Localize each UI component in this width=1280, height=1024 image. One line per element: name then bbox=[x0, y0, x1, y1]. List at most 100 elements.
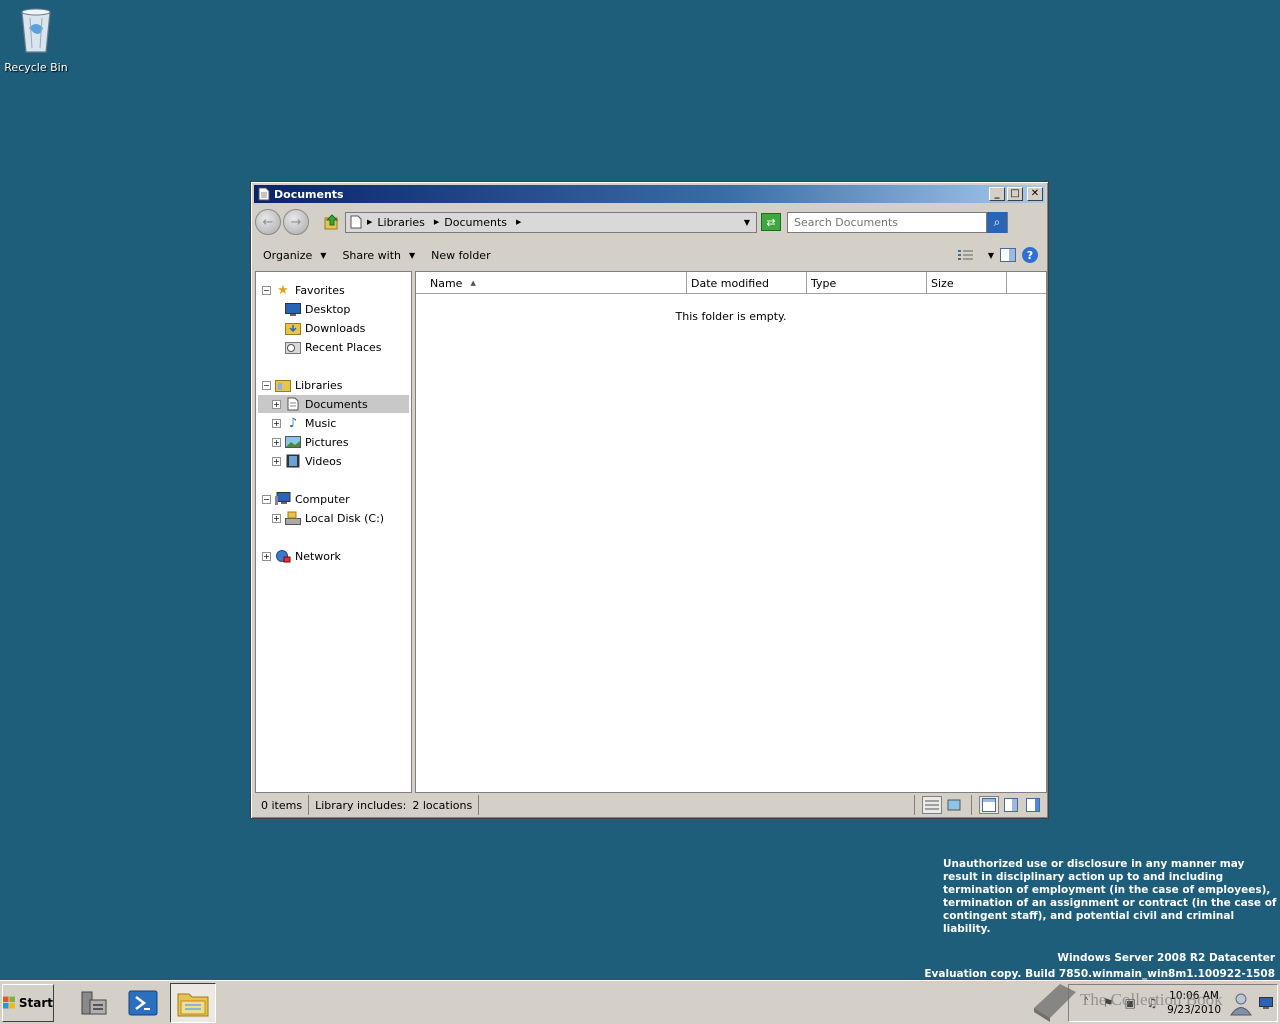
hard-drive-icon bbox=[285, 510, 301, 526]
explorer-window: Documents _ □ ✕ ← → ▶ Libraries ▶ Docume… bbox=[250, 181, 1049, 819]
status-divider bbox=[914, 795, 915, 815]
legal-notice: Unauthorized use or disclosure in any ma… bbox=[943, 858, 1277, 935]
tree-documents[interactable]: + Documents bbox=[258, 395, 409, 413]
chevron-down-icon: ▼ bbox=[320, 250, 327, 260]
tree-downloads[interactable]: Downloads bbox=[285, 319, 365, 337]
command-bar: Organize ▼ Share with ▼ New folder ▼ ? bbox=[255, 242, 1044, 268]
minimize-button[interactable]: _ bbox=[989, 187, 1005, 201]
status-bar: 0 items Library includes: 2 locations bbox=[255, 794, 1044, 816]
thumbnail-view-icon bbox=[947, 799, 961, 811]
maximize-button[interactable]: □ bbox=[1007, 187, 1023, 201]
network-icon bbox=[275, 548, 291, 564]
help-button[interactable]: ? bbox=[1022, 247, 1038, 263]
tree-computer[interactable]: − Computer bbox=[262, 490, 350, 508]
change-view-button[interactable]: ▼ bbox=[957, 249, 994, 261]
tree-pictures[interactable]: + Pictures bbox=[272, 433, 349, 451]
expand-icon[interactable]: + bbox=[272, 437, 281, 447]
library-locations[interactable]: Library includes: 2 locations bbox=[309, 795, 480, 815]
start-label: Start bbox=[18, 995, 53, 1010]
taskbar-powershell[interactable] bbox=[120, 983, 166, 1023]
layout-no-pane-button[interactable] bbox=[979, 796, 999, 814]
tree-label: Libraries bbox=[295, 378, 343, 392]
film-strip-icon bbox=[285, 453, 301, 469]
search-box[interactable]: ⌕ bbox=[787, 211, 1008, 233]
breadcrumb-arrow-icon[interactable]: ▶ bbox=[434, 218, 439, 226]
breadcrumb-libraries[interactable]: Libraries bbox=[377, 216, 425, 229]
document-icon bbox=[285, 396, 301, 412]
organize-label: Organize bbox=[263, 248, 313, 262]
tree-network[interactable]: + Network bbox=[262, 547, 341, 565]
address-bar[interactable]: ▶ Libraries ▶ Documents ▶ ▼ bbox=[345, 211, 757, 233]
expand-icon[interactable]: + bbox=[262, 551, 271, 561]
tree-libraries[interactable]: − Libraries bbox=[262, 376, 343, 394]
tree-videos[interactable]: + Videos bbox=[272, 452, 342, 470]
layout-icon bbox=[1004, 798, 1018, 812]
back-button[interactable]: ← bbox=[255, 209, 281, 235]
column-label: Size bbox=[931, 276, 954, 290]
tree-desktop[interactable]: Desktop bbox=[285, 300, 350, 318]
address-history-dropdown-icon[interactable]: ▼ bbox=[744, 218, 750, 227]
server-manager-icon bbox=[81, 991, 107, 1014]
forward-button[interactable]: → bbox=[283, 209, 309, 235]
library-locations-link[interactable]: 2 locations bbox=[412, 799, 472, 812]
show-desktop-icon[interactable] bbox=[1259, 997, 1273, 1009]
title-bar[interactable]: Documents _ □ ✕ bbox=[254, 185, 1045, 203]
taskbar-windows-explorer[interactable] bbox=[170, 982, 216, 1023]
window-title: Documents bbox=[274, 187, 344, 201]
column-type[interactable]: Type bbox=[807, 272, 927, 294]
breadcrumb-documents[interactable]: Documents bbox=[444, 216, 507, 229]
libraries-icon bbox=[275, 377, 291, 393]
user-avatar-icon[interactable] bbox=[1228, 990, 1254, 1016]
close-icon: ✕ bbox=[1030, 188, 1040, 199]
breadcrumb-arrow-icon[interactable]: ▶ bbox=[367, 218, 372, 226]
share-with-menu[interactable]: Share with ▼ bbox=[334, 249, 423, 262]
expand-icon[interactable]: + bbox=[272, 513, 281, 523]
layout-icon bbox=[1026, 798, 1040, 812]
chevron-down-icon: ▼ bbox=[409, 250, 416, 260]
column-size[interactable]: Size bbox=[927, 272, 1007, 294]
start-button[interactable]: Start bbox=[2, 983, 54, 1022]
large-icons-view-button[interactable] bbox=[944, 796, 964, 814]
file-list[interactable]: Name ▲ Date modified Type Size This fold… bbox=[415, 271, 1047, 793]
search-button[interactable]: ⌕ bbox=[986, 211, 1007, 233]
layout-details-pane-button[interactable] bbox=[1001, 796, 1021, 814]
refresh-button[interactable]: ⇄ bbox=[761, 213, 781, 231]
collapse-icon[interactable]: − bbox=[262, 494, 271, 504]
watermark: The Collection Book bbox=[1030, 978, 1223, 1022]
tree-label: Downloads bbox=[305, 321, 366, 335]
tree-label: Documents bbox=[305, 397, 368, 411]
powershell-icon bbox=[128, 990, 158, 1015]
up-folder-icon[interactable] bbox=[323, 213, 341, 231]
expand-icon[interactable]: + bbox=[272, 418, 281, 428]
expand-icon[interactable]: + bbox=[272, 456, 281, 466]
back-arrow-icon: ← bbox=[262, 214, 274, 230]
collapse-icon[interactable]: − bbox=[262, 285, 271, 295]
tree-label: Videos bbox=[305, 454, 342, 468]
column-date-modified[interactable]: Date modified bbox=[687, 272, 807, 294]
column-name[interactable]: Name ▲ bbox=[416, 272, 687, 294]
search-input[interactable] bbox=[788, 212, 986, 232]
layout-preview-pane-button[interactable] bbox=[1023, 796, 1043, 814]
details-view-button[interactable] bbox=[922, 796, 942, 814]
column-label: Type bbox=[811, 276, 837, 290]
tree-music[interactable]: + ♪ Music bbox=[272, 414, 336, 432]
organize-menu[interactable]: Organize ▼ bbox=[255, 249, 334, 262]
star-icon: ★ bbox=[277, 282, 289, 298]
recent-places-icon bbox=[285, 339, 301, 355]
breadcrumb-arrow-icon[interactable]: ▶ bbox=[516, 218, 521, 226]
preview-pane-icon[interactable] bbox=[1000, 248, 1016, 262]
collapse-icon[interactable]: − bbox=[262, 380, 271, 390]
taskbar-server-manager[interactable] bbox=[70, 983, 116, 1023]
tree-label: Music bbox=[305, 416, 337, 430]
forward-arrow-icon: → bbox=[290, 214, 302, 230]
minimize-icon: _ bbox=[994, 188, 1000, 199]
new-folder-label: New folder bbox=[431, 248, 491, 262]
tree-favorites[interactable]: − ★ Favorites bbox=[262, 281, 345, 299]
recycle-bin-desktop-icon[interactable]: Recycle Bin bbox=[4, 6, 68, 74]
close-button[interactable]: ✕ bbox=[1027, 187, 1043, 201]
expand-icon[interactable]: + bbox=[272, 399, 281, 409]
tree-recent-places[interactable]: Recent Places bbox=[285, 338, 382, 356]
tree-local-disk[interactable]: + Local Disk (C:) bbox=[272, 509, 384, 527]
new-folder-button[interactable]: New folder bbox=[423, 249, 498, 262]
tree-label: Network bbox=[295, 549, 341, 563]
